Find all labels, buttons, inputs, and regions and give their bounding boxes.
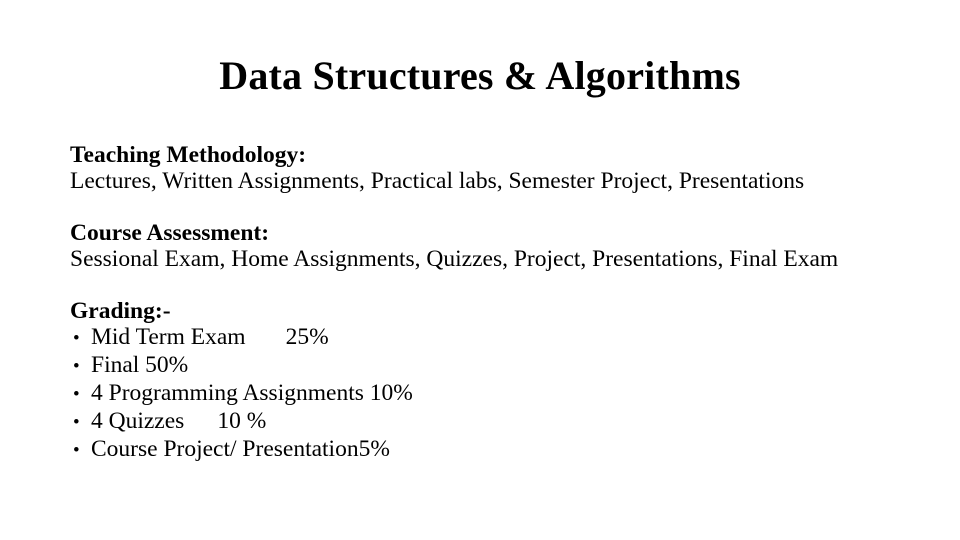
- list-item: • Final 50%: [70, 352, 930, 380]
- grading-bullet-list: • Mid Term Exam 25% • Final 50% • 4 Progr…: [70, 324, 930, 464]
- list-item-content: 4 Programming Assignments 10%: [91, 380, 413, 406]
- section-heading-course-assessment: Course Assessment:: [70, 220, 270, 246]
- section-line-teaching-methodology: Lectures, Written Assignments, Practical…: [70, 168, 805, 194]
- slide-title: Data Structures & Algorithms: [219, 53, 741, 98]
- list-item-label: Mid Term Exam: [91, 324, 246, 350]
- list-item: • 4 Quizzes 10 %: [70, 408, 930, 436]
- section-heading-teaching-methodology: Teaching Methodology:: [70, 142, 307, 168]
- list-item-content: 4 Quizzes 10 %: [91, 408, 266, 434]
- list-item-label: Course Project/ Presentation5%: [91, 436, 390, 462]
- bullet-dot-icon: •: [73, 384, 80, 405]
- section-heading-grading: Grading:-: [70, 298, 171, 324]
- bullet-dot-icon: •: [73, 356, 80, 377]
- presentation-slide: Data Structures & Algorithms Teaching Me…: [0, 0, 960, 540]
- bullet-dot-icon: •: [73, 412, 80, 433]
- list-item-content: Mid Term Exam 25%: [91, 324, 329, 350]
- list-item-content: Final 50%: [91, 352, 188, 378]
- bullet-dot-icon: •: [73, 328, 80, 349]
- section-grading: Grading:- • Mid Term Exam 25% • Final 50%…: [70, 298, 930, 464]
- list-item-value: 10 %: [217, 408, 267, 434]
- section-course-assessment: Course Assessment: Sessional Exam, Home …: [70, 220, 930, 272]
- list-item: • 4 Programming Assignments 10%: [70, 380, 930, 408]
- bullet-dot-icon: •: [73, 440, 80, 461]
- section-teaching-methodology: Teaching Methodology: Lectures, Written …: [70, 142, 930, 194]
- list-item: • Mid Term Exam 25%: [70, 324, 930, 352]
- list-item-label: 4 Programming Assignments 10%: [91, 380, 413, 406]
- list-item-value: 25%: [285, 324, 329, 350]
- list-item-label: Final 50%: [91, 352, 189, 378]
- list-item-label: 4 Quizzes: [91, 408, 185, 434]
- list-item: • Course Project/ Presentation5%: [70, 436, 930, 464]
- section-line-course-assessment: Sessional Exam, Home Assignments, Quizze…: [70, 246, 839, 272]
- slide-body: Teaching Methodology: Lectures, Written …: [70, 142, 930, 464]
- list-item-content: Course Project/ Presentation5%: [91, 436, 390, 462]
